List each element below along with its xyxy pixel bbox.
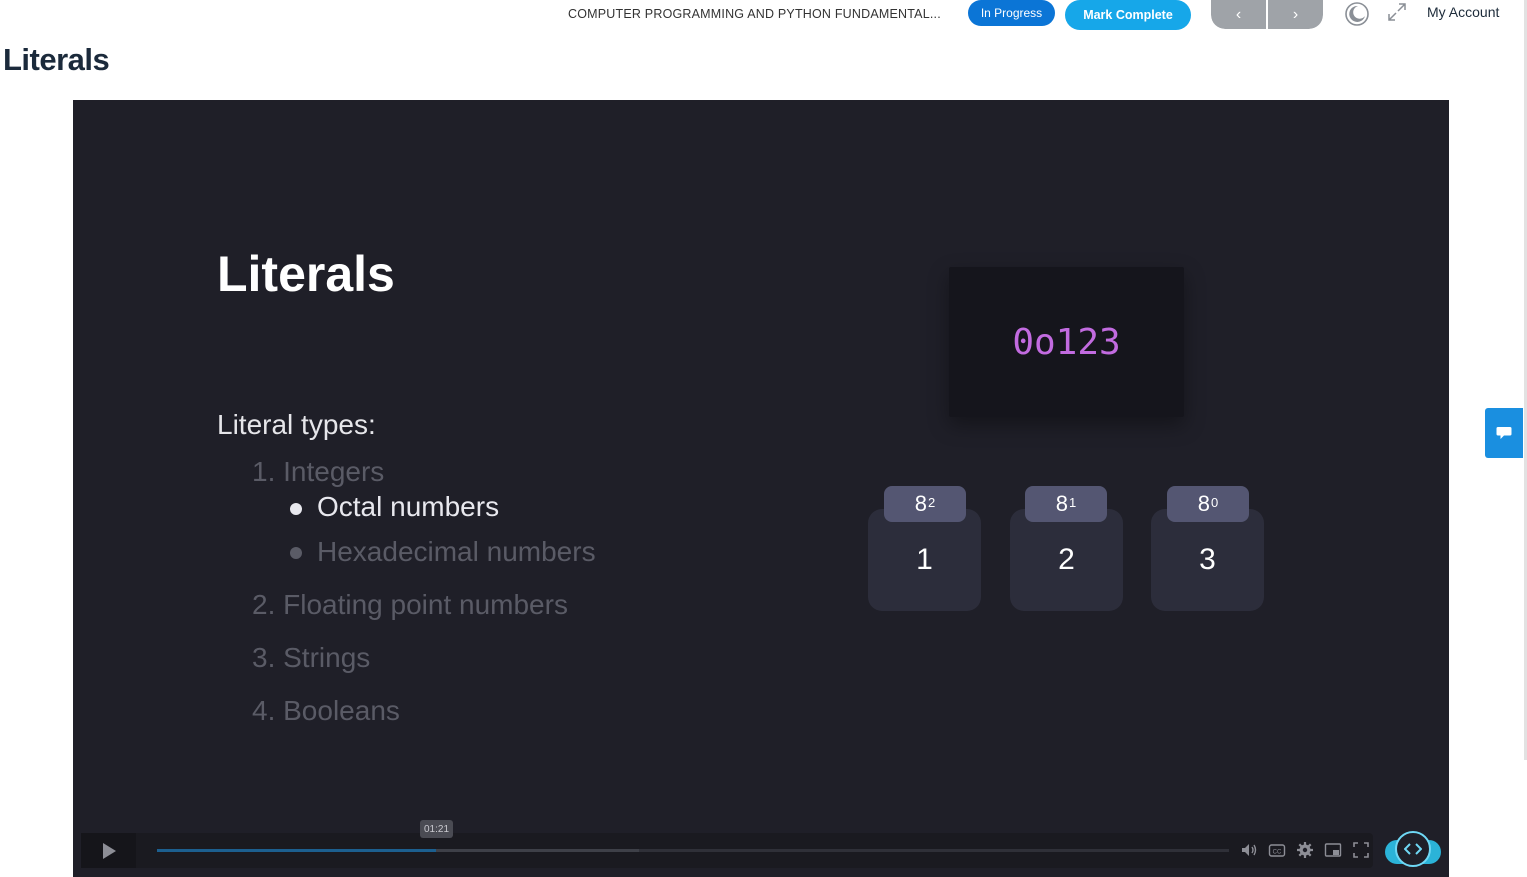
power-base: 8 bbox=[1055, 491, 1068, 516]
digit-value: 1 bbox=[916, 543, 933, 576]
digit-card: 3 bbox=[1151, 509, 1264, 611]
code-snippet: 0o123 bbox=[949, 267, 1184, 417]
expand-icon[interactable] bbox=[1386, 1, 1408, 23]
lesson-nav: ‹ › bbox=[1211, 0, 1323, 29]
list-item: 2. Floating point numbers bbox=[252, 589, 568, 620]
play-icon bbox=[102, 842, 116, 859]
fullscreen-icon[interactable] bbox=[1352, 841, 1370, 859]
status-badge[interactable]: In Progress bbox=[968, 0, 1055, 26]
svg-text:CC: CC bbox=[1273, 850, 1282, 856]
course-title[interactable]: COMPUTER PROGRAMMING AND PYTHON FUNDAMEN… bbox=[568, 7, 941, 21]
code-brackets-icon[interactable] bbox=[1395, 831, 1431, 867]
settings-icon[interactable] bbox=[1296, 841, 1314, 859]
list-item: Octal numbers bbox=[317, 491, 500, 522]
power-label: 81 bbox=[1025, 486, 1107, 522]
digit-card: 1 bbox=[868, 509, 981, 611]
bullet-icon bbox=[290, 547, 302, 559]
digit-card: 2 bbox=[1010, 509, 1123, 611]
slide-title: Literals bbox=[217, 246, 395, 302]
time-tooltip: 01:21 bbox=[420, 820, 453, 838]
list-item: Hexadecimal numbers bbox=[317, 536, 596, 567]
captions-icon[interactable]: CC bbox=[1268, 841, 1286, 859]
power-exponent: 2 bbox=[928, 494, 936, 510]
power-base: 8 bbox=[914, 491, 927, 516]
previous-lesson-button[interactable]: ‹ bbox=[1211, 0, 1266, 29]
dark-mode-icon[interactable] bbox=[1344, 1, 1370, 27]
literal-types-heading: Literal types: bbox=[217, 409, 376, 440]
list-item: 4. Booleans bbox=[252, 695, 400, 726]
page-title: Literals bbox=[3, 42, 110, 77]
mark-complete-button[interactable]: Mark Complete bbox=[1065, 0, 1191, 30]
my-account-link[interactable]: My Account bbox=[1427, 4, 1499, 20]
play-button[interactable] bbox=[81, 833, 136, 868]
next-lesson-button[interactable]: › bbox=[1268, 0, 1323, 29]
seek-progress bbox=[157, 849, 436, 852]
power-exponent: 1 bbox=[1069, 494, 1077, 510]
octal-literal: 0o123 bbox=[1012, 321, 1121, 363]
digit-value: 2 bbox=[1058, 543, 1075, 576]
digit-value: 3 bbox=[1199, 543, 1216, 576]
power-label: 80 bbox=[1167, 486, 1249, 522]
chat-bubble-icon bbox=[1496, 427, 1512, 439]
bullet-icon bbox=[290, 503, 302, 515]
feedback-tab[interactable] bbox=[1485, 408, 1523, 458]
list-item: 1. Integers bbox=[252, 456, 385, 487]
power-exponent: 0 bbox=[1211, 494, 1219, 510]
picture-in-picture-icon[interactable] bbox=[1324, 841, 1342, 859]
volume-icon[interactable] bbox=[1240, 841, 1258, 859]
power-label: 82 bbox=[884, 486, 966, 522]
video-player[interactable]: Literals Literal types: 1. Integers Octa… bbox=[73, 100, 1449, 877]
top-bar: COMPUTER PROGRAMMING AND PYTHON FUNDAMEN… bbox=[0, 0, 1527, 36]
list-item: 3. Strings bbox=[252, 642, 371, 673]
power-base: 8 bbox=[1197, 491, 1210, 516]
